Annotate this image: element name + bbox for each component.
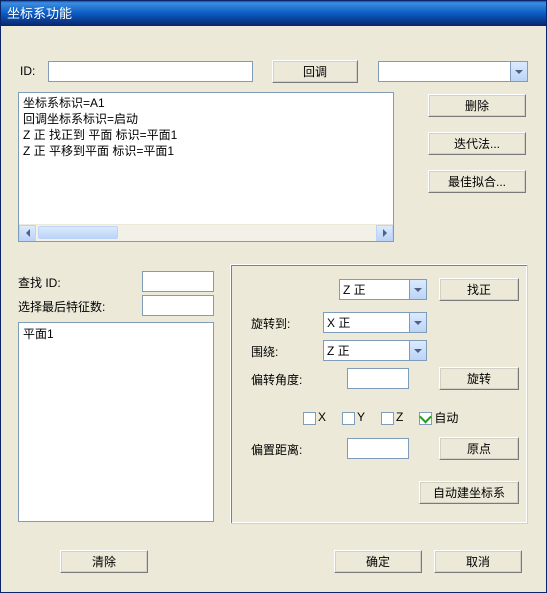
rotate-to-combo-text: X 正 [327, 314, 409, 331]
dropdown-arrow-icon [510, 62, 527, 81]
log-content: 坐标系标识=A1 回调坐标系标识=启动 Z 正 找正到 平面 标识=平面1 Z … [19, 93, 393, 224]
features-listbox[interactable]: 平面1 [18, 322, 214, 522]
select-last-label: 选择最后特征数: [18, 298, 105, 315]
scroll-track[interactable] [36, 225, 376, 241]
autobuild-button[interactable]: 自动建坐标系 [419, 481, 519, 504]
find-id-input[interactable] [142, 271, 214, 292]
log-line: Z 正 找正到 平面 标识=平面1 [23, 127, 389, 143]
recall-combo[interactable] [378, 61, 528, 82]
find-button[interactable]: 找正 [439, 278, 519, 301]
around-label: 围绕: [251, 343, 278, 360]
axis-checkbox-row: X Y Z 自动 [303, 409, 458, 426]
client-area: ID: 回调 坐标系标识=A1 回调坐标系标识=启动 Z 正 找正到 平面 标识… [2, 26, 545, 591]
list-item[interactable]: 平面1 [23, 325, 209, 342]
dropdown-arrow-icon [409, 280, 426, 299]
origin-button[interactable]: 原点 [439, 437, 519, 460]
id-input[interactable] [48, 61, 253, 82]
window: 坐标系功能 ID: 回调 坐标系标识=A1 回调坐标系标识=启动 Z 正 找正到… [0, 0, 547, 593]
chk-x[interactable]: X [303, 410, 326, 424]
axis1-combo[interactable]: Z 正 [339, 279, 427, 300]
select-last-input[interactable] [142, 295, 214, 316]
cancel-button[interactable]: 取消 [434, 550, 522, 573]
chk-z[interactable]: Z [381, 410, 403, 424]
dropdown-arrow-icon [409, 341, 426, 360]
rotate-button[interactable]: 旋转 [439, 367, 519, 390]
offset-angle-input[interactable] [347, 368, 409, 389]
log-line: Z 正 平移到平面 标识=平面1 [23, 143, 389, 159]
ok-button[interactable]: 确定 [334, 550, 422, 573]
log-line: 回调坐标系标识=启动 [23, 111, 389, 127]
chk-y[interactable]: Y [342, 410, 365, 424]
around-combo[interactable]: Z 正 [323, 340, 427, 361]
scroll-right-icon[interactable] [376, 225, 393, 241]
log-line: 坐标系标识=A1 [23, 95, 389, 111]
recall-button[interactable]: 回调 [272, 60, 358, 83]
axis1-combo-text: Z 正 [343, 281, 409, 298]
iterate-button[interactable]: 迭代法... [428, 132, 526, 155]
axes-groupbox: Z 正 找正 旋转到: X 正 围绕: Z 正 偏转角度: 旋转 X [230, 264, 528, 524]
clear-button[interactable]: 清除 [60, 550, 148, 573]
checkbox-icon [419, 412, 432, 425]
checkbox-icon [381, 412, 394, 425]
chk-auto[interactable]: 自动 [419, 409, 458, 426]
delete-button[interactable]: 删除 [428, 94, 526, 117]
window-title: 坐标系功能 [7, 6, 72, 21]
scroll-thumb[interactable] [38, 226, 118, 239]
rotate-to-label: 旋转到: [251, 315, 290, 332]
checkbox-icon [342, 412, 355, 425]
offset-dist-label: 偏置距离: [251, 441, 302, 458]
bestfit-button[interactable]: 最佳拟合... [428, 170, 526, 193]
rotate-to-combo[interactable]: X 正 [323, 312, 427, 333]
scroll-left-icon[interactable] [19, 225, 36, 241]
id-label: ID: [20, 64, 35, 78]
log-listbox[interactable]: 坐标系标识=A1 回调坐标系标识=启动 Z 正 找正到 平面 标识=平面1 Z … [18, 92, 394, 242]
horizontal-scrollbar[interactable] [19, 224, 393, 241]
offset-dist-input[interactable] [347, 438, 409, 459]
dropdown-arrow-icon [409, 313, 426, 332]
around-combo-text: Z 正 [327, 342, 409, 359]
offset-angle-label: 偏转角度: [251, 371, 302, 388]
find-id-label: 查找 ID: [18, 274, 61, 291]
titlebar: 坐标系功能 [1, 1, 546, 26]
checkbox-icon [303, 412, 316, 425]
